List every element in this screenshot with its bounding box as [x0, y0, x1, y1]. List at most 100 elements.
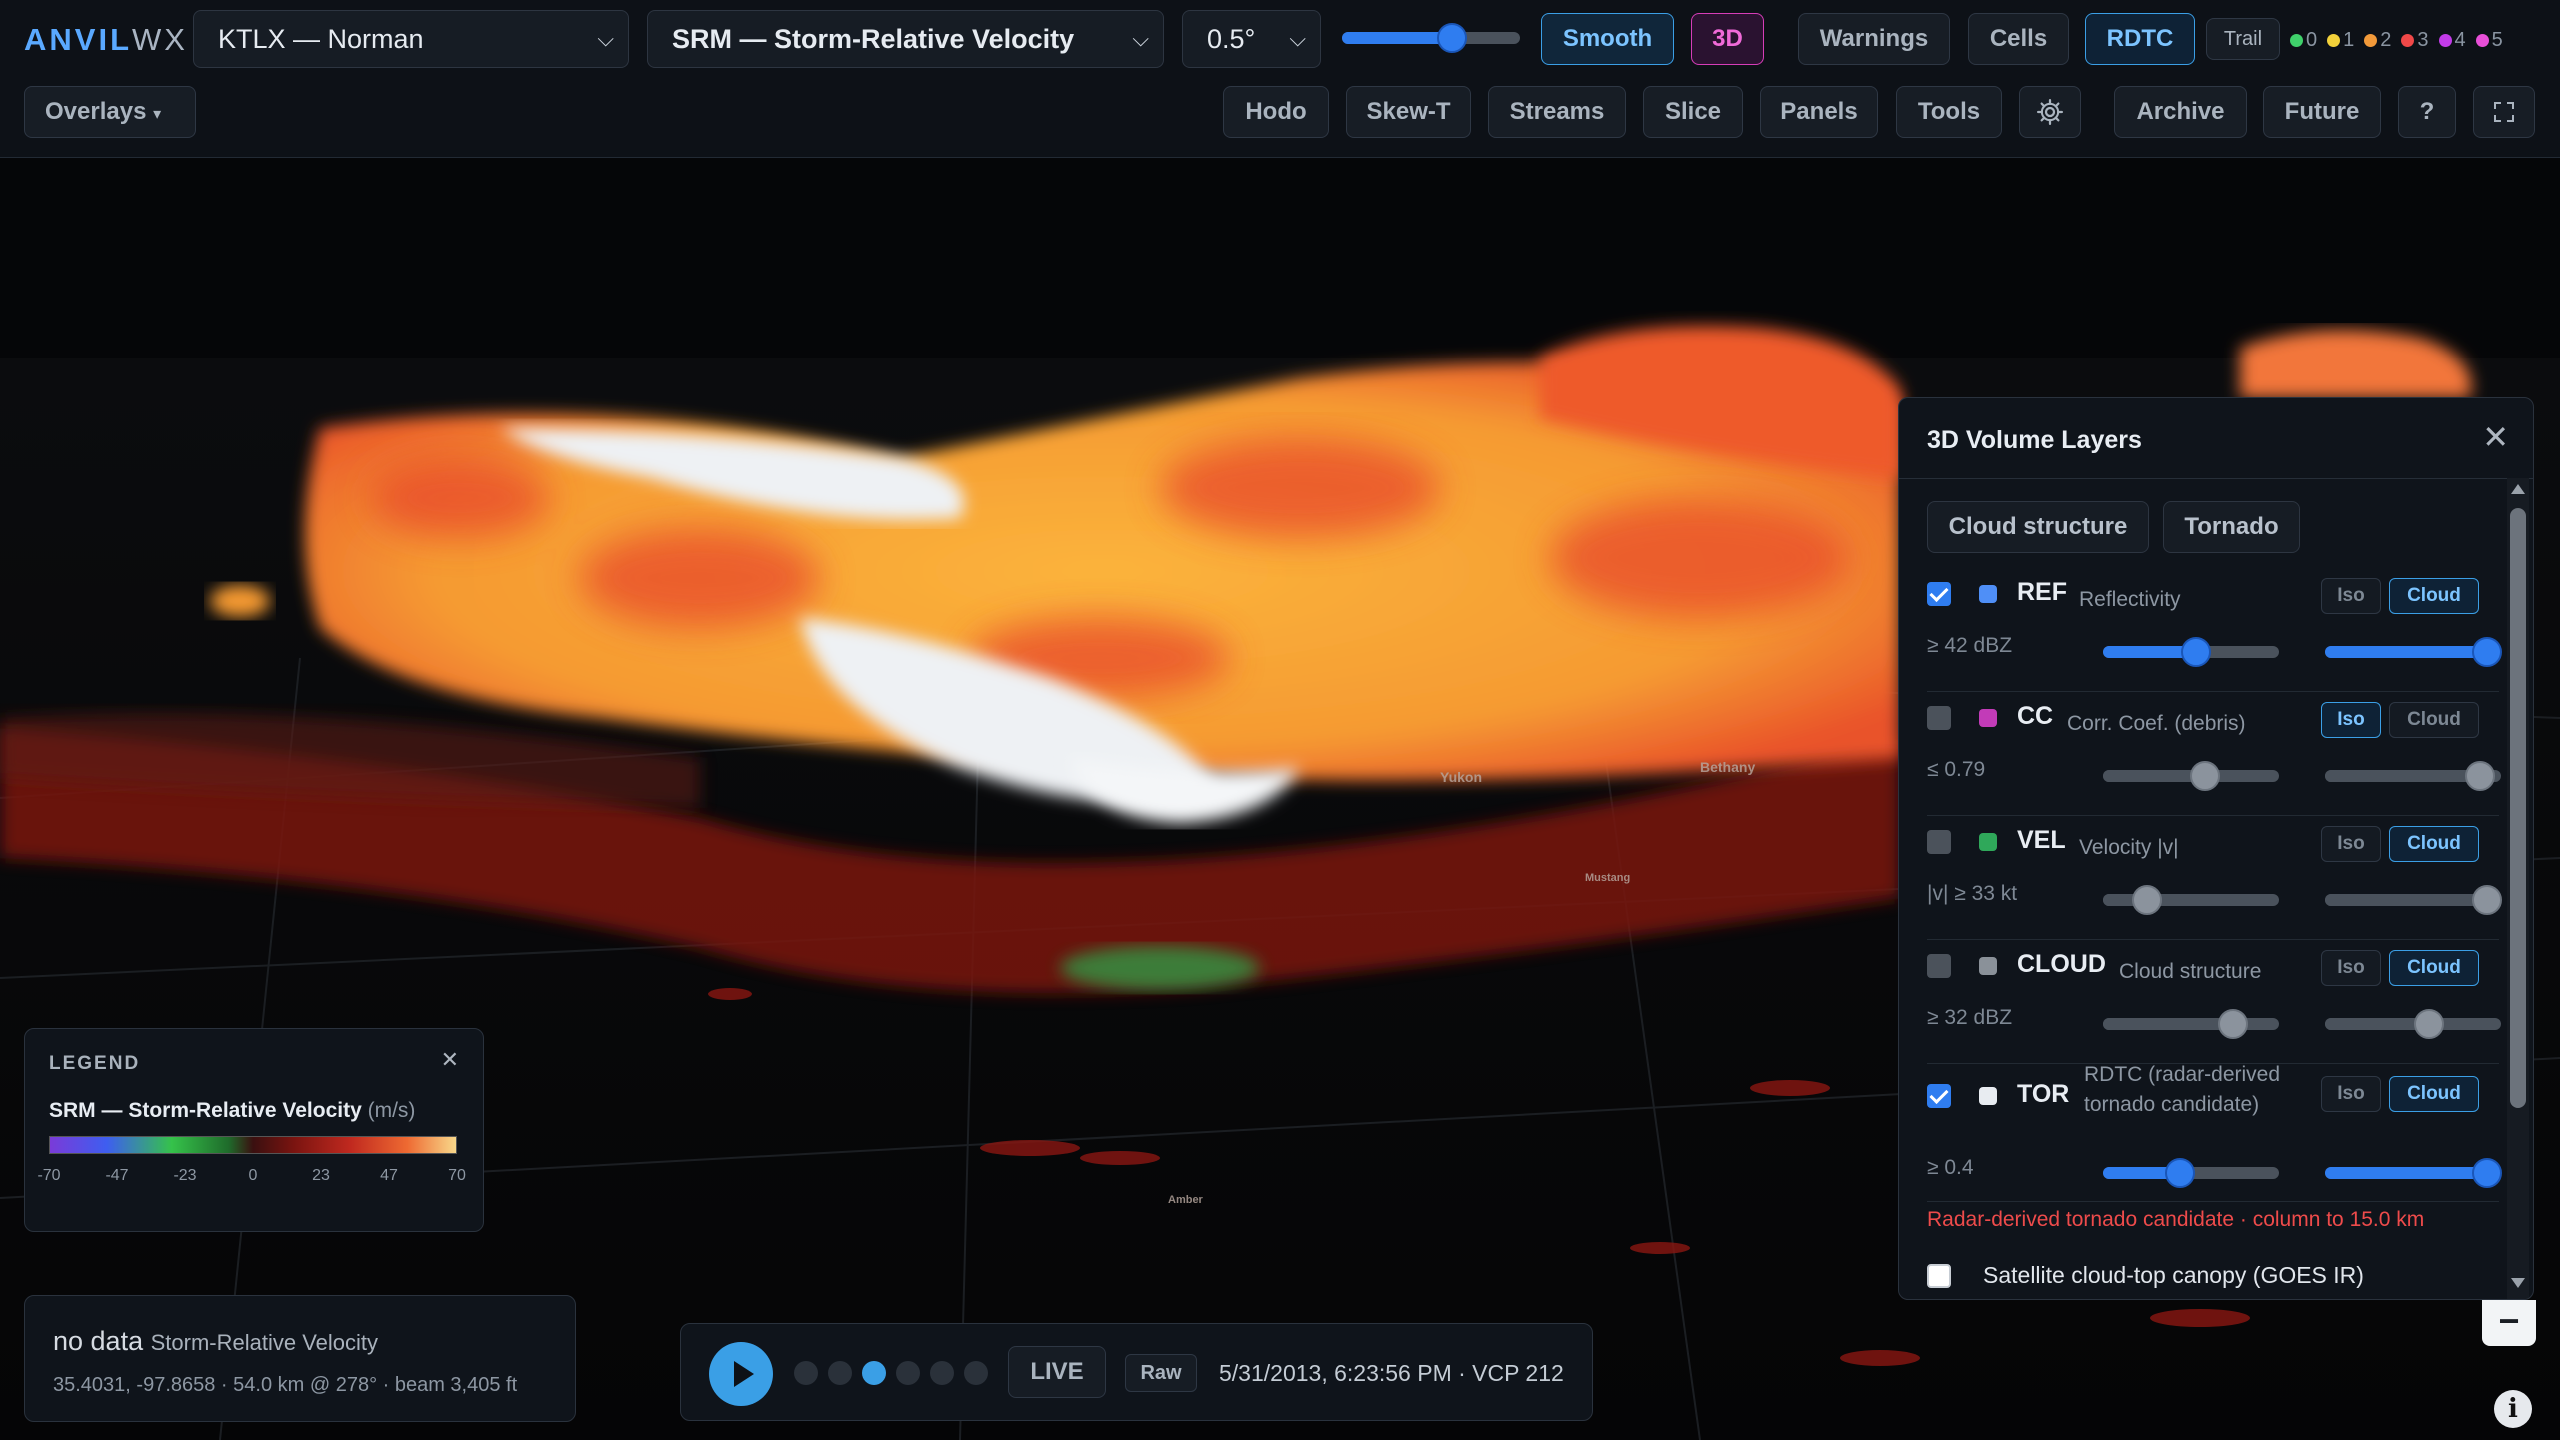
frame-dot[interactable] — [930, 1361, 954, 1385]
cloud-mode-button[interactable]: Cloud — [2389, 578, 2479, 614]
live-button[interactable]: LIVE — [1008, 1346, 1106, 1398]
opacity-slider-handle[interactable] — [2471, 885, 2502, 915]
fullscreen-button[interactable] — [2473, 86, 2535, 138]
scroll-down-icon[interactable] — [2511, 1278, 2525, 1288]
zoom-out-button[interactable]: − — [2482, 1300, 2536, 1346]
help-button[interactable]: ? — [2398, 86, 2456, 138]
cloud-mode-button[interactable]: Cloud — [2389, 826, 2479, 862]
settings-button[interactable] — [2019, 86, 2081, 138]
legend-tick: 0 — [248, 1167, 258, 1184]
layer-color-swatch — [1979, 957, 1997, 975]
opacity-slider[interactable] — [2325, 1009, 2501, 1039]
cloud-mode-button[interactable]: Cloud — [2389, 950, 2479, 986]
readout-product: Storm-Relative Velocity — [150, 1330, 379, 1355]
station-select[interactable]: KTLX — Norman ⌵ — [193, 10, 629, 68]
threshold-slider-handle[interactable] — [2218, 1009, 2249, 1039]
iso-mode-button[interactable]: Iso — [2321, 702, 2381, 738]
iso-mode-button[interactable]: Iso — [2321, 826, 2381, 862]
satellite-checkbox[interactable] — [1927, 1264, 1951, 1288]
opacity-slider-fill — [1342, 32, 1453, 44]
layer-description: Cloud structure — [2119, 960, 2262, 983]
scrollbar-thumb[interactable] — [2510, 508, 2526, 1108]
threshold-slider[interactable] — [2103, 1158, 2279, 1188]
opacity-slider[interactable] — [1342, 23, 1520, 53]
layer-threshold: ≤ 0.79 — [1927, 758, 1986, 781]
frame-dot[interactable] — [794, 1361, 818, 1385]
3d-toggle[interactable]: 3D — [1691, 13, 1764, 65]
frame-dot[interactable] — [862, 1361, 886, 1385]
iso-mode-button[interactable]: Iso — [2321, 578, 2381, 614]
layer-description: Corr. Coef. (debris) — [2067, 712, 2246, 735]
cloud-mode-button[interactable]: Cloud — [2389, 702, 2479, 738]
iso-mode-button[interactable]: Iso — [2321, 950, 2381, 986]
threshold-slider[interactable] — [2103, 1009, 2279, 1039]
map-label-yukon: Yukon — [1440, 769, 1482, 785]
hodo-button[interactable]: Hodo — [1223, 86, 1329, 138]
panel-title: 3D Volume Layers — [1927, 426, 2142, 454]
threshold-slider-handle[interactable] — [2181, 637, 2212, 667]
threshold-slider-handle[interactable] — [2165, 1158, 2196, 1188]
legend-tick: 70 — [448, 1167, 466, 1184]
opacity-slider-handle[interactable] — [1437, 23, 1468, 53]
warnings-toggle[interactable]: Warnings — [1798, 13, 1950, 65]
playback-bar: LIVE Raw 5/31/2013, 6:23:56 PM · VCP 212 — [680, 1323, 1593, 1421]
trail-toggle[interactable]: Trail — [2206, 18, 2280, 60]
threshold-slider-handle[interactable] — [2132, 885, 2162, 915]
opacity-slider-handle[interactable] — [2471, 1158, 2502, 1188]
gear-icon — [2037, 99, 2063, 125]
opacity-slider-handle[interactable] — [2413, 1009, 2444, 1039]
opacity-slider[interactable] — [2325, 637, 2502, 667]
layer-checkbox[interactable] — [1927, 830, 1951, 854]
skewt-button[interactable]: Skew-T — [1346, 86, 1471, 138]
opacity-slider[interactable] — [2325, 1158, 2502, 1188]
layer-checkbox[interactable] — [1927, 582, 1951, 606]
future-button[interactable]: Future — [2263, 86, 2381, 138]
opacity-slider-handle[interactable] — [2464, 761, 2495, 791]
opacity-slider[interactable] — [2325, 761, 2501, 791]
frame-dot[interactable] — [828, 1361, 852, 1385]
legend-panel: LEGEND ✕ SRM — Storm-Relative Velocity (… — [24, 1028, 484, 1232]
scroll-up-icon[interactable] — [2511, 484, 2525, 494]
panel-scrollbar[interactable] — [2507, 478, 2529, 1299]
layer-checkbox[interactable] — [1927, 1084, 1951, 1108]
product-select[interactable]: SRM — Storm-Relative Velocity ⌵ — [647, 10, 1164, 68]
panels-button[interactable]: Panels — [1760, 86, 1878, 138]
tools-button[interactable]: Tools — [1896, 86, 2002, 138]
map-label-bethany: Bethany — [1700, 759, 1755, 775]
tilt-value: 0.5° — [1207, 24, 1256, 54]
opacity-slider[interactable] — [2325, 885, 2502, 915]
threshold-slider[interactable] — [2103, 885, 2279, 915]
threshold-slider[interactable] — [2103, 761, 2279, 791]
raw-toggle[interactable]: Raw — [1125, 1354, 1197, 1392]
cloud-mode-button[interactable]: Cloud — [2389, 1076, 2479, 1112]
layer-checkbox[interactable] — [1927, 706, 1951, 730]
streams-button[interactable]: Streams — [1488, 86, 1626, 138]
legend-tick: -47 — [105, 1167, 129, 1184]
preset-cloud-structure[interactable]: Cloud structure — [1927, 501, 2149, 553]
close-icon[interactable]: ✕ — [2482, 418, 2509, 456]
smooth-toggle[interactable]: Smooth — [1541, 13, 1674, 65]
archive-button[interactable]: Archive — [2114, 86, 2247, 138]
threshold-slider[interactable] — [2103, 637, 2279, 667]
frame-dot[interactable] — [964, 1361, 988, 1385]
tor-note: Radar-derived tornado candidate · column… — [1927, 1208, 2425, 1231]
top-toolbar: ANVILWX KTLX — Norman ⌵ SRM — Storm-Relat… — [0, 0, 2560, 158]
close-icon[interactable]: ✕ — [441, 1047, 459, 1073]
hail-level-label: 5 — [2491, 29, 2503, 51]
legend-unit: (m/s) — [367, 1099, 416, 1122]
opacity-slider-handle[interactable] — [2471, 637, 2502, 667]
tilt-select[interactable]: 0.5° ⌵ — [1182, 10, 1321, 68]
overlays-dropdown[interactable]: Overlays ▾ — [24, 86, 196, 138]
threshold-slider-handle[interactable] — [2190, 761, 2221, 791]
layer-checkbox[interactable] — [1927, 954, 1951, 978]
hail-level-dot — [2475, 34, 2489, 48]
rdtc-toggle[interactable]: RDTC — [2085, 13, 2195, 65]
preset-tornado[interactable]: Tornado — [2163, 501, 2300, 553]
info-icon[interactable]: i — [2494, 1390, 2532, 1428]
cells-toggle[interactable]: Cells — [1968, 13, 2069, 65]
frame-dot[interactable] — [896, 1361, 920, 1385]
opacity-slider-fill — [2325, 646, 2487, 658]
slice-button[interactable]: Slice — [1643, 86, 1743, 138]
play-button[interactable] — [709, 1342, 773, 1406]
iso-mode-button[interactable]: Iso — [2321, 1076, 2381, 1112]
